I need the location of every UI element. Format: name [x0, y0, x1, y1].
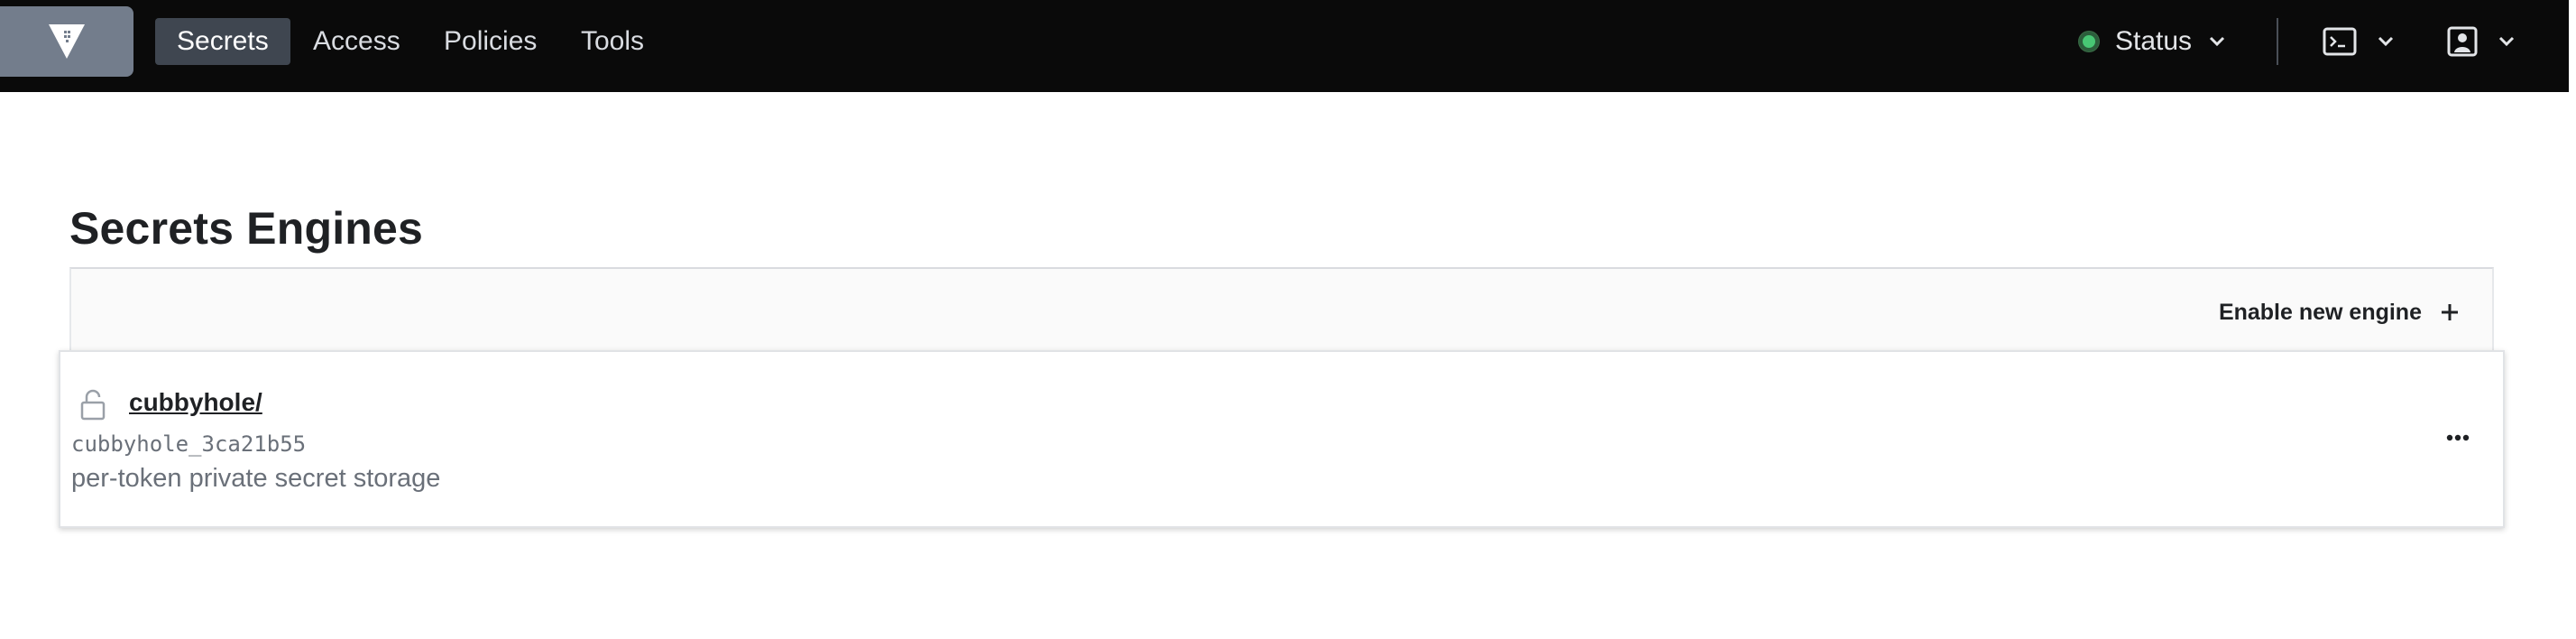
- top-navbar: Secrets Access Policies Tools Status: [0, 0, 2569, 92]
- status-indicator-icon: [2079, 32, 2099, 51]
- enable-new-engine-button[interactable]: Enable new engine: [2219, 294, 2460, 330]
- engine-path-link[interactable]: cubbyhole/: [129, 388, 262, 417]
- vault-logo-link[interactable]: [0, 6, 133, 77]
- nav-secrets[interactable]: Secrets: [155, 18, 290, 65]
- status-menu[interactable]: Status: [2079, 22, 2226, 61]
- plus-icon: [2442, 304, 2458, 320]
- user-icon: [2447, 26, 2478, 57]
- page: Secrets Access Policies Tools Status Sec…: [0, 0, 2576, 639]
- nav-policies[interactable]: Policies: [422, 18, 558, 65]
- list-item[interactable]: cubbyhole/ cubbyhole_3ca21b55 per-token …: [59, 350, 2505, 528]
- engine-accessor: cubbyhole_3ca21b55: [71, 431, 307, 457]
- toolbar: Enable new engine: [69, 267, 2494, 350]
- chevron-down-icon: [2378, 36, 2394, 47]
- ellipsis-icon: [2446, 434, 2470, 441]
- status-label: Status: [2115, 26, 2193, 56]
- chevron-down-icon: [2498, 36, 2515, 47]
- engine-description: per-token private secret storage: [71, 464, 441, 493]
- chevron-down-icon: [2210, 36, 2225, 47]
- page-title: Secrets Engines: [69, 203, 424, 254]
- more-options-button[interactable]: [2440, 428, 2476, 448]
- vault-logo-icon: [49, 24, 85, 59]
- console-menu[interactable]: [2323, 20, 2395, 63]
- terminal-icon: [2323, 27, 2357, 56]
- nav-divider: [2277, 18, 2278, 65]
- user-menu[interactable]: [2447, 20, 2516, 63]
- enable-new-engine-label: Enable new engine: [2218, 299, 2422, 325]
- nav-tools[interactable]: Tools: [559, 18, 666, 65]
- nav-access[interactable]: Access: [291, 18, 422, 65]
- lock-icon: [80, 389, 106, 421]
